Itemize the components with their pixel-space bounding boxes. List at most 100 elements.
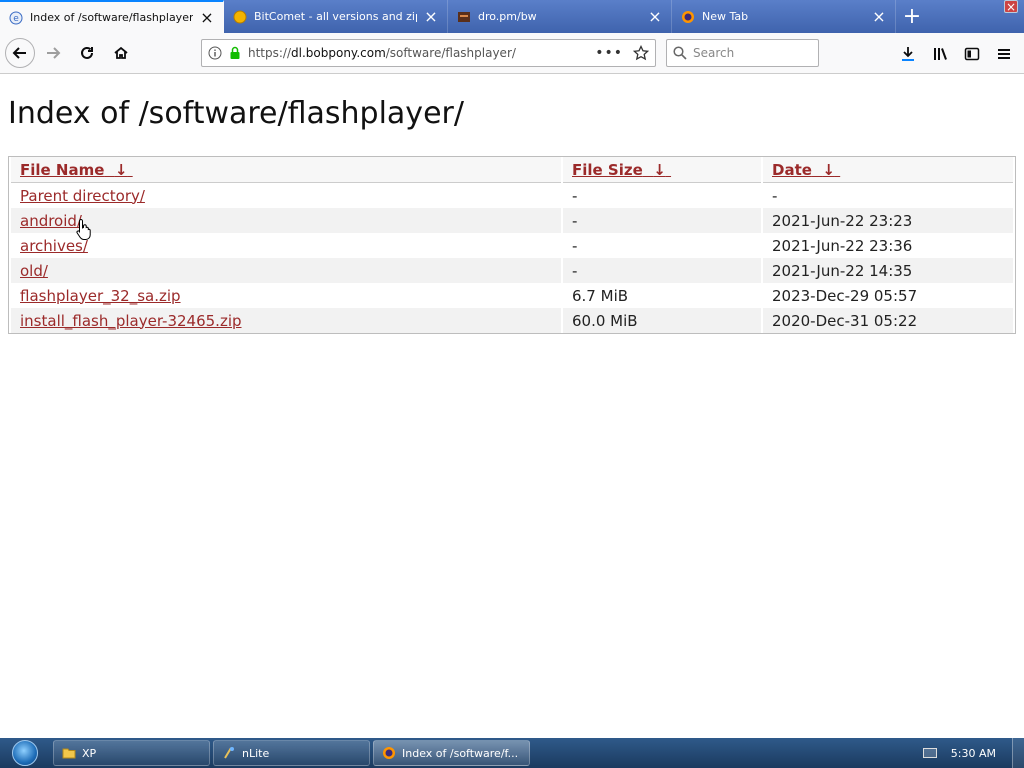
- tab-title: dro.pm/bw: [478, 10, 537, 23]
- reload-icon: [81, 46, 93, 59]
- firefox-icon: [383, 747, 395, 759]
- page-title: Index of /software/flashplayer/: [8, 96, 464, 131]
- close-tab-icon[interactable]: ×: [199, 9, 215, 26]
- windows-logo-icon: [12, 740, 38, 766]
- file-size: 60.0 MiB: [563, 308, 761, 333]
- forward-button[interactable]: [37, 37, 69, 69]
- folder-icon: [62, 748, 76, 759]
- file-date: 2021-Jun-22 14:35: [763, 258, 1013, 283]
- back-button[interactable]: [5, 38, 35, 68]
- table-row: android/ - 2021-Jun-22 23:23: [11, 208, 1013, 233]
- system-tray: 5:30 AM: [922, 738, 1024, 768]
- taskbar-item-firefox[interactable]: Index of /software/f...: [373, 740, 530, 766]
- tab-new-tab[interactable]: New Tab ×: [672, 0, 896, 33]
- site-icon: [456, 9, 472, 25]
- file-date: 2020-Dec-31 05:22: [763, 308, 1013, 333]
- taskbar: XP nLite Index of /software/f... 5:30 AM: [0, 738, 1024, 768]
- directory-listing-table: File Name ↓ File Size ↓ Date ↓ Parent di…: [8, 156, 1016, 334]
- show-desktop-button[interactable]: [1012, 738, 1024, 768]
- tab-bitcomet[interactable]: BitComet - all versions and zip ×: [224, 0, 448, 33]
- file-size: -: [563, 208, 761, 233]
- column-header-date: Date ↓: [763, 157, 1013, 183]
- hamburger-menu-icon: [998, 48, 1010, 59]
- file-date: -: [772, 186, 778, 205]
- taskbar-item-label: XP: [82, 746, 97, 760]
- search-bar[interactable]: Search: [666, 39, 819, 67]
- reload-button[interactable]: [71, 37, 103, 69]
- table-row: Parent directory/ - -: [11, 183, 1013, 208]
- search-placeholder: Search: [693, 46, 735, 60]
- sidebar-icon: [964, 47, 980, 60]
- navigation-toolbar: https://dl.bobpony.com/software/flashpla…: [0, 33, 1024, 74]
- search-icon: [673, 46, 687, 60]
- column-header-file-size: File Size ↓: [563, 157, 761, 183]
- column-label: File Size: [572, 160, 643, 179]
- close-tab-icon[interactable]: ×: [871, 8, 887, 25]
- file-size: 6.7 MiB: [572, 286, 629, 305]
- tab-strip: e Index of /software/flashplayer/ × BitC…: [0, 0, 1024, 33]
- start-button[interactable]: [0, 738, 50, 768]
- window-close-button[interactable]: ×: [1004, 0, 1018, 13]
- file-date: 2023-Dec-29 05:57: [772, 286, 918, 305]
- sidebar-button[interactable]: [956, 38, 988, 70]
- url-text[interactable]: https://dl.bobpony.com/software/flashpla…: [248, 46, 595, 60]
- nlite-icon: [224, 747, 234, 759]
- page-actions-icon[interactable]: •••: [595, 45, 623, 61]
- tab-title: BitComet - all versions and zip: [254, 10, 417, 23]
- table-row: old/ - 2021-Jun-22 14:35: [11, 258, 1013, 283]
- file-link-android[interactable]: android/: [20, 212, 82, 230]
- page-icon: e: [8, 10, 24, 26]
- tab-title: New Tab: [702, 10, 749, 23]
- downloads-button[interactable]: [892, 38, 924, 70]
- close-tab-icon[interactable]: ×: [423, 8, 439, 25]
- svg-text:e: e: [13, 14, 19, 24]
- table-row: install_flash_player-32465.zip 60.0 MiB …: [11, 308, 1013, 333]
- file-link-parent-directory[interactable]: Parent directory/: [20, 187, 145, 205]
- sort-by-date-link[interactable]: Date ↓: [772, 161, 840, 179]
- url-bar[interactable]: https://dl.bobpony.com/software/flashpla…: [201, 39, 656, 67]
- new-tab-button[interactable]: +: [896, 0, 928, 33]
- home-button[interactable]: [105, 37, 137, 69]
- file-size: -: [572, 236, 578, 255]
- info-icon[interactable]: [208, 46, 222, 60]
- taskbar-item-xp[interactable]: XP: [53, 740, 210, 766]
- table-header-row: File Name ↓ File Size ↓ Date ↓: [11, 157, 1013, 183]
- column-label: Date: [772, 160, 812, 179]
- tab-dropm[interactable]: dro.pm/bw ×: [448, 0, 672, 33]
- table-row: flashplayer_32_sa.zip 6.7 MiB 2023-Dec-2…: [11, 283, 1013, 308]
- keyboard-icon[interactable]: [922, 748, 937, 758]
- taskbar-item-nlite[interactable]: nLite: [213, 740, 370, 766]
- file-date: 2021-Jun-22 23:36: [772, 236, 913, 255]
- close-tab-icon[interactable]: ×: [647, 8, 663, 25]
- file-link-flashplayer-zip[interactable]: flashplayer_32_sa.zip: [20, 287, 181, 305]
- home-icon: [114, 46, 128, 59]
- page-content: Index of /software/flashplayer/ File Nam…: [0, 74, 1024, 738]
- file-size: -: [572, 186, 578, 205]
- menu-button[interactable]: [988, 38, 1020, 70]
- bitcomet-icon: [232, 9, 248, 25]
- library-icon: [934, 47, 947, 60]
- download-icon: [902, 46, 914, 61]
- firefox-icon: [680, 9, 696, 25]
- sort-arrow-icon: ↓: [114, 160, 128, 179]
- lock-icon[interactable]: [228, 46, 242, 60]
- library-button[interactable]: [924, 38, 956, 70]
- file-date: 2021-Jun-22 23:23: [763, 208, 1013, 233]
- sort-arrow-icon: ↓: [653, 160, 666, 179]
- tab-index-flashplayer[interactable]: e Index of /software/flashplayer/ ×: [0, 0, 224, 33]
- file-size: -: [563, 258, 761, 283]
- file-link-old[interactable]: old/: [20, 262, 48, 280]
- sort-by-name-link[interactable]: File Name ↓: [20, 161, 133, 179]
- taskbar-item-label: Index of /software/f...: [402, 746, 519, 760]
- sort-by-size-link[interactable]: File Size ↓: [572, 161, 671, 179]
- file-link-install-flash-player-zip[interactable]: install_flash_player-32465.zip: [20, 312, 242, 330]
- clock[interactable]: 5:30 AM: [951, 747, 996, 760]
- sort-arrow-icon: ↓: [822, 160, 835, 179]
- back-arrow-icon: [12, 47, 26, 59]
- tab-title: Index of /software/flashplayer/: [30, 11, 193, 24]
- forward-arrow-icon: [47, 47, 61, 59]
- column-label: File Name: [20, 160, 105, 179]
- bookmark-star-icon[interactable]: [633, 45, 649, 61]
- table-row: archives/ - 2021-Jun-22 23:36: [11, 233, 1013, 258]
- hand-cursor-icon: [76, 218, 91, 240]
